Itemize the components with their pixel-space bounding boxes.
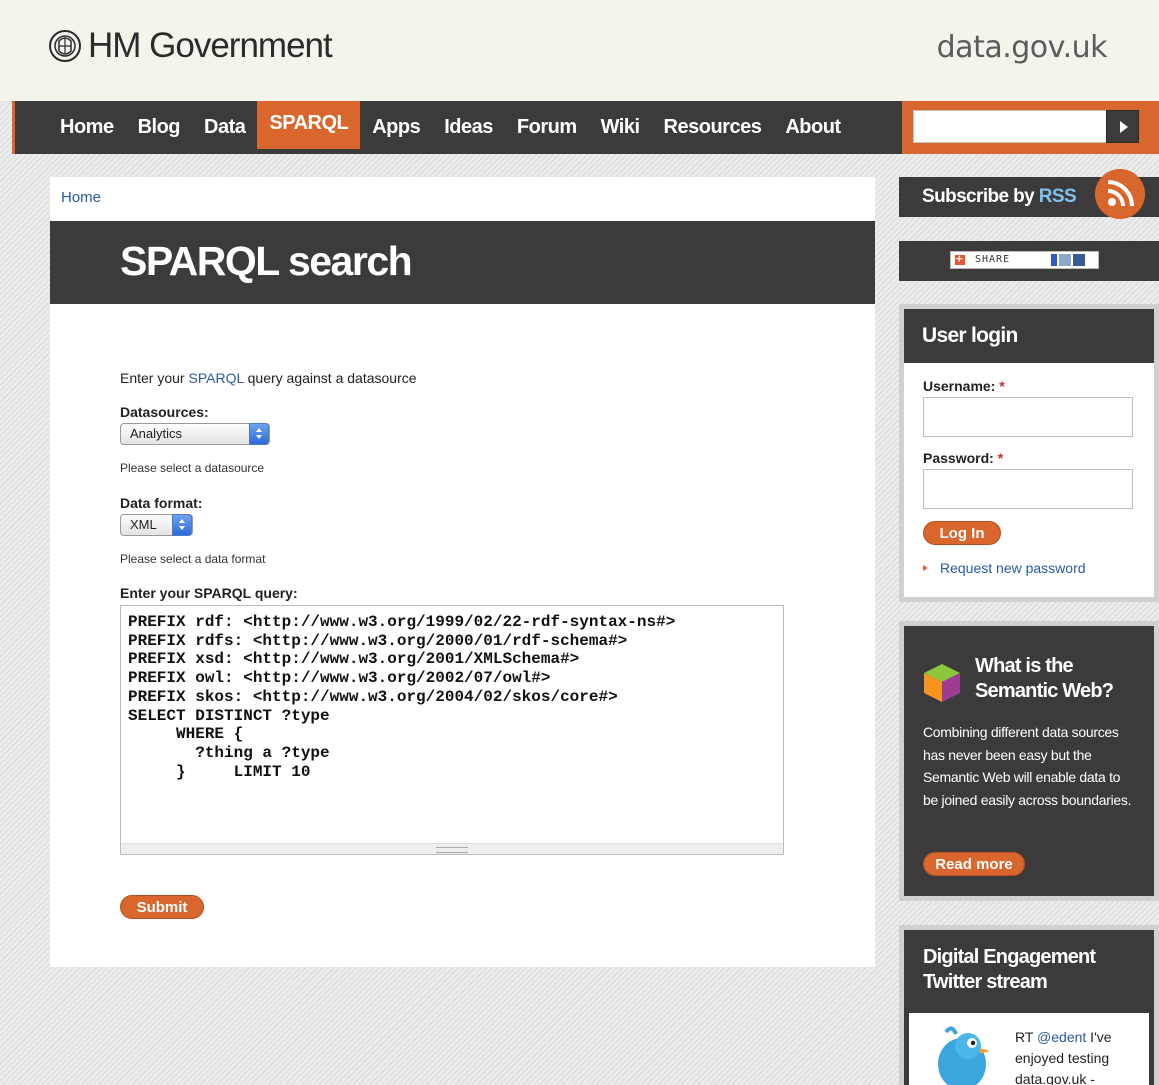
semantic-web-cube-icon [924, 664, 960, 702]
semantic-web-description: Combining different data sources has nev… [923, 724, 1132, 808]
format-label: Data format: [120, 495, 203, 511]
username-label-text: Username: [923, 378, 996, 394]
share-button[interactable]: SHARE [950, 251, 1099, 269]
rss-word: RSS [1038, 186, 1077, 207]
hm-government-logo[interactable]: HM Government [48, 26, 333, 66]
intro-prefix: Enter your [120, 370, 189, 386]
nav-item-about[interactable]: About [773, 101, 852, 154]
datasource-selected-value: Analytics [130, 426, 183, 441]
semantic-web-title-line1: What is the [975, 655, 1074, 677]
intro-text: Enter your SPARQL query against a dataso… [120, 370, 417, 386]
nav-item-apps[interactable]: Apps [360, 101, 432, 154]
semantic-web-block: What is the Semantic Web? Combining diffe… [899, 621, 1159, 901]
datasource-help: Please select a datasource [120, 461, 265, 475]
page-title: SPARQL search [120, 238, 413, 284]
search-input[interactable] [913, 110, 1110, 143]
site-search [902, 101, 1159, 154]
nav-item-sparql[interactable]: SPARQL [257, 101, 361, 149]
query-label: Enter your SPARQL query: [120, 585, 298, 601]
nav-item-home[interactable]: Home [48, 101, 126, 154]
query-textarea-wrapper: PREFIX rdf: <http://www.w3.org/1999/02/2… [120, 605, 784, 855]
site-name[interactable]: data.gov.uk [937, 30, 1108, 65]
twitter-stream-title: Digital Engagement Twitter stream [923, 945, 1096, 995]
semantic-web-title-line2: Semantic Web? [975, 680, 1114, 702]
request-password-link[interactable]: Request new password [923, 560, 1086, 576]
delicious-icon [1045, 254, 1057, 266]
share-label: SHARE [975, 254, 1011, 265]
search-submit-button[interactable] [1106, 110, 1139, 143]
share-plus-icon [955, 251, 965, 267]
password-label-text: Password: [923, 450, 994, 466]
tweet-text: RT @edent I've enjoyed testing data.gov.… [1015, 1027, 1140, 1085]
royal-crest-icon [49, 30, 81, 62]
rss-subscribe-block[interactable]: Subscribe by RSS [899, 169, 1159, 219]
select-arrows-icon [249, 423, 269, 445]
nav-item-blog[interactable]: Blog [126, 101, 192, 154]
nav-item-ideas[interactable]: Ideas [432, 101, 505, 154]
tweet-prefix: RT [1015, 1029, 1038, 1045]
tweet-item: RT @edent I've enjoyed testing data.gov.… [909, 1013, 1149, 1085]
main-content: Home SPARQL search Enter your SPARQL que… [50, 177, 875, 967]
query-textarea[interactable]: PREFIX rdf: <http://www.w3.org/1999/02/2… [128, 613, 778, 848]
masthead: HM Government data.gov.uk [0, 0, 1159, 101]
required-mark: * [999, 378, 1005, 394]
hm-government-text: HM Government [88, 26, 333, 65]
breadcrumb-home[interactable]: Home [61, 189, 101, 206]
share-block: SHARE [899, 241, 1159, 281]
format-select[interactable]: XML [120, 514, 193, 536]
semantic-web-title: What is the Semantic Web? [975, 654, 1114, 704]
username-input[interactable] [923, 397, 1133, 437]
user-login-header: User login [904, 309, 1154, 363]
submit-button[interactable]: Submit [120, 895, 204, 919]
format-selected-value: XML [130, 517, 157, 532]
rss-icon[interactable] [1095, 169, 1145, 219]
facebook-icon [1073, 254, 1085, 266]
rss-label: Subscribe by RSS [922, 186, 1077, 208]
password-label: Password: * [923, 450, 1003, 466]
resize-handle[interactable] [121, 843, 783, 854]
tweet-handle-link[interactable]: @edent [1037, 1029, 1086, 1045]
select-arrows-icon [172, 514, 192, 536]
read-more-button[interactable]: Read more [923, 852, 1025, 876]
datasource-label: Datasources: [120, 404, 209, 420]
digg-icon [1059, 254, 1071, 266]
twitter-stream-block: Digital Engagement Twitter stream RT @ede… [899, 925, 1159, 1085]
nav-item-data[interactable]: Data [192, 101, 257, 154]
datasource-select[interactable]: Analytics [120, 423, 270, 445]
share-service-icons [1045, 254, 1085, 266]
twitter-bird-icon [938, 1026, 990, 1085]
login-button[interactable]: Log In [923, 521, 1001, 545]
user-login-title: User login [922, 324, 1018, 347]
format-help: Please select a data format [120, 552, 266, 566]
twitter-title-line1: Digital Engagement [923, 946, 1096, 968]
nav-item-resources[interactable]: Resources [652, 101, 774, 154]
main-nav: Home Blog Data SPARQL Apps Ideas Forum W… [12, 101, 1159, 154]
required-mark: * [997, 450, 1004, 466]
rss-prefix: Subscribe by [922, 186, 1039, 207]
user-login-block: User login Username: * Password: * Log I… [899, 304, 1159, 602]
twitter-title-line2: Twitter stream [923, 971, 1048, 993]
intro-suffix: query against a datasource [243, 370, 417, 386]
username-label: Username: * [923, 378, 1005, 394]
nav-item-wiki[interactable]: Wiki [589, 101, 652, 154]
password-input[interactable] [923, 469, 1133, 509]
nav-items: Home Blog Data SPARQL Apps Ideas Forum W… [48, 101, 853, 154]
title-bar: SPARQL search [50, 221, 875, 304]
sparql-link[interactable]: SPARQL [188, 370, 243, 386]
nav-item-forum[interactable]: Forum [505, 101, 589, 154]
